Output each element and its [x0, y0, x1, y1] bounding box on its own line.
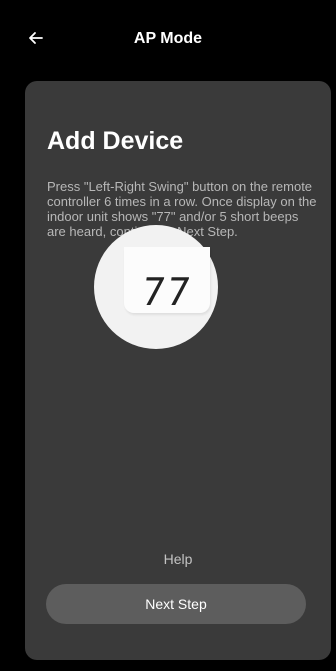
page-title: AP Mode	[133, 30, 203, 47]
indoor-unit-display-illustration: 77	[94, 225, 218, 349]
app-header: AP Mode	[0, 0, 336, 78]
next-step-button[interactable]: Next Step	[46, 584, 306, 624]
display-value: 77	[139, 270, 195, 314]
help-link[interactable]: Help	[25, 551, 331, 567]
card-title: Add Device	[47, 127, 184, 155]
add-device-card: Add Device Press "Left-Right Swing" butt…	[25, 81, 331, 660]
display-screen: 77	[124, 247, 210, 314]
